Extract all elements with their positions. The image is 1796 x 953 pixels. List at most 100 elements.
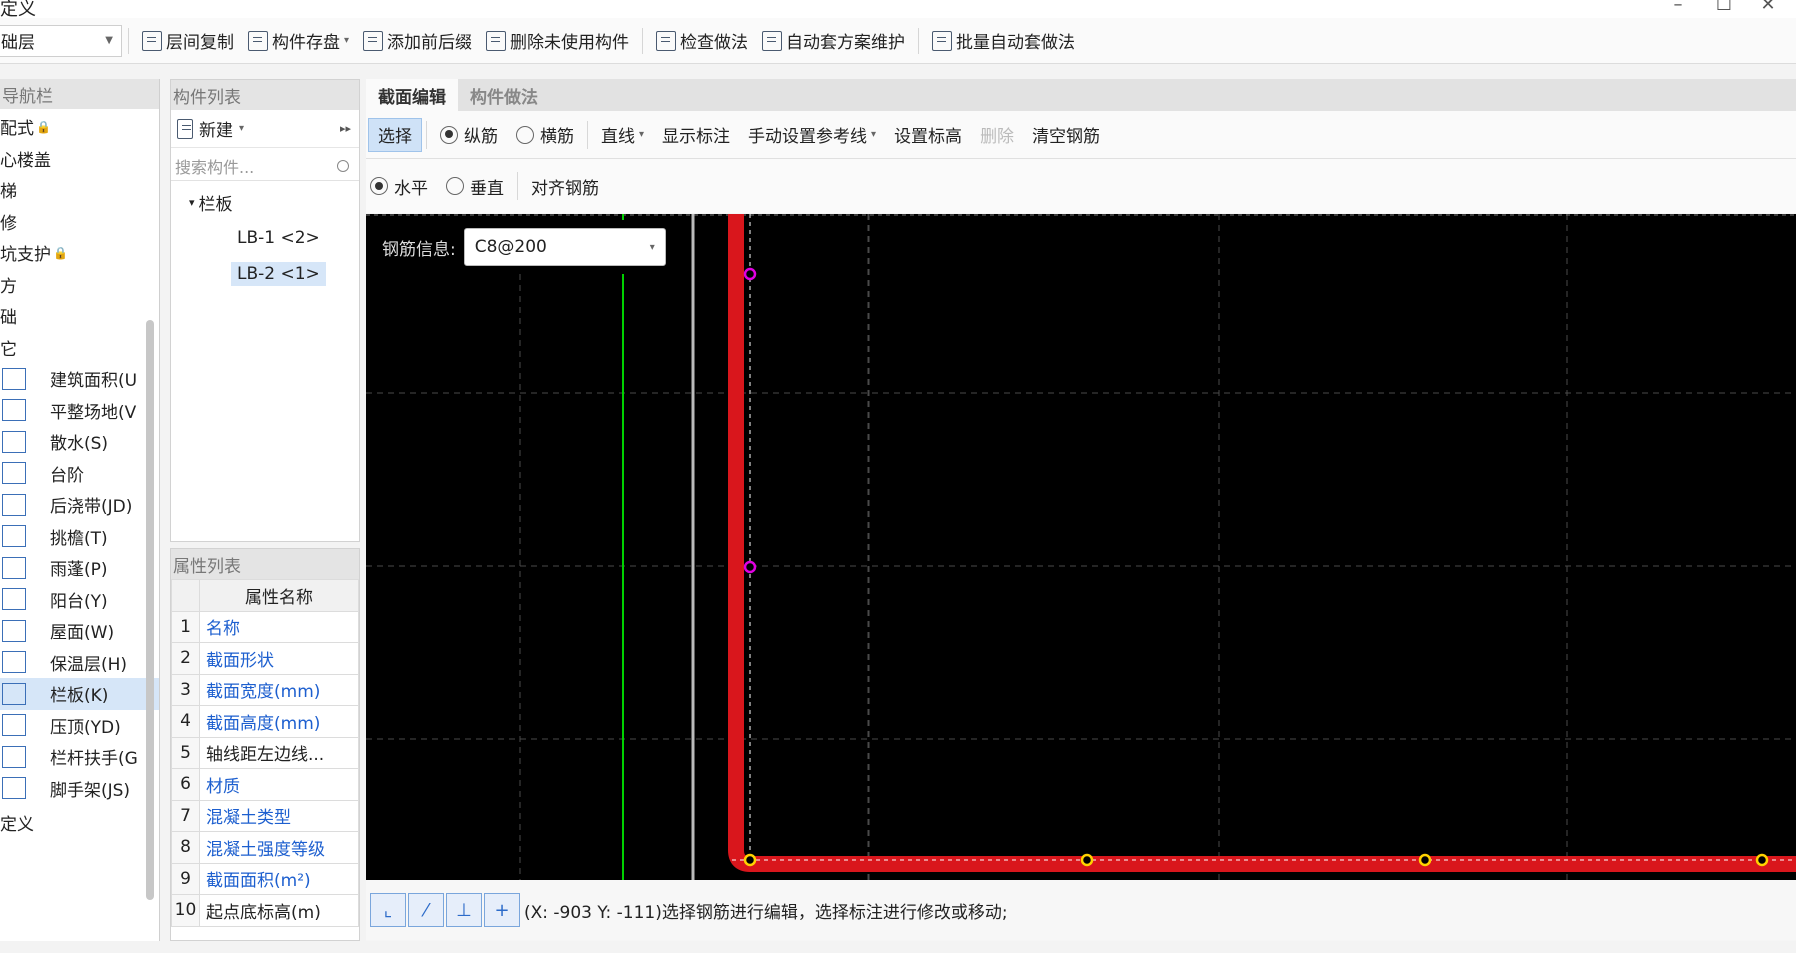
table-row[interactable]: 4 截面高度(mm) [171, 705, 359, 738]
apron-icon [2, 430, 26, 453]
new-component-button[interactable]: 新建 [199, 116, 233, 141]
area-icon [2, 367, 26, 390]
radio-vertical[interactable]: 垂直 [437, 169, 513, 203]
nav-item[interactable]: 梯 [0, 174, 159, 206]
nav-scrollbar[interactable] [146, 320, 154, 900]
clear-rebar-button[interactable]: 清空钢筋 [1023, 118, 1109, 152]
tree-root-label: 栏板 [198, 194, 233, 215]
nav-item[interactable]: 后浇带(JD) [0, 489, 159, 521]
chevron-down-icon[interactable]: ▾ [189, 196, 195, 209]
nav-item[interactable]: 它 [0, 332, 159, 364]
nav-item[interactable]: 散水(S) [0, 426, 159, 458]
radio-horizontal[interactable]: 水平 [366, 169, 437, 203]
search-input[interactable]: 搜索构件... [175, 154, 254, 178]
toolbar-button-6[interactable]: 自动套方案维护 [755, 23, 912, 59]
nav-item[interactable]: 屋面(W) [0, 615, 159, 647]
more-icon[interactable]: ▸▸ [340, 122, 351, 135]
oblique-draw-icon[interactable]: ⁄ [408, 893, 444, 927]
nav-item[interactable]: 挑檐(T) [0, 521, 159, 553]
nav-item[interactable]: 雨蓬(P) [0, 552, 159, 584]
nav-item[interactable]: 方 [0, 269, 159, 301]
table-row[interactable]: 10 起点底标高(m) [171, 894, 359, 927]
nav-item[interactable]: 台阶 [0, 458, 159, 490]
delete-button[interactable]: 删除 [971, 118, 1023, 152]
parapet-icon [2, 682, 26, 705]
tab-section-edit[interactable]: 截面编辑 [366, 79, 458, 111]
minimize-button[interactable]: – [1663, 0, 1693, 15]
nav-item[interactable]: 础 [0, 300, 159, 332]
title-bar: 定义 – ☐ ✕ [0, 0, 1796, 20]
rebar-point-yellow[interactable] [1418, 853, 1432, 867]
nav-item[interactable]: 压顶(YD) [0, 710, 159, 742]
rebar-info-select[interactable]: C8@200 ▾ [463, 228, 666, 266]
offset-point-icon[interactable]: + [484, 893, 520, 927]
tab-component-method[interactable]: 构件做法 [458, 79, 550, 111]
toolbar-button-1[interactable]: 层间复制 [135, 23, 241, 59]
table-row[interactable]: 7 混凝土类型 [171, 799, 359, 832]
show-dimension-button[interactable]: 显示标注 [653, 118, 739, 152]
section-drawing[interactable] [366, 214, 1796, 880]
lock-icon: 🔒 [53, 245, 68, 260]
manual-ref-line-dropdown[interactable]: 手动设置参考线 ▾ [739, 118, 885, 152]
nav-item[interactable]: 配式 🔒 [0, 111, 159, 143]
nav-item[interactable]: 栏板(K) [0, 678, 159, 710]
level-site-icon [2, 399, 26, 422]
toolbar-button-2[interactable]: 构件存盘 ▾ [241, 23, 356, 59]
nav-item[interactable]: 阳台(Y) [0, 584, 159, 616]
nav-item[interactable]: 修 [0, 206, 159, 238]
floor-select[interactable]: 础层 ▼ [0, 24, 122, 57]
rebar-point-magenta[interactable] [743, 267, 757, 281]
nav-item[interactable]: 栏杆扶手(G [0, 741, 159, 773]
select-button[interactable]: 选择 [368, 117, 422, 152]
steps-icon [2, 462, 26, 485]
set-elevation-button[interactable]: 设置标高 [885, 118, 971, 152]
perpendicular-icon[interactable]: ⊥ [446, 893, 482, 927]
align-rebar-button[interactable]: 对齐钢筋 [522, 169, 608, 203]
nav-item[interactable]: 建筑面积(U [0, 363, 159, 395]
nav-item[interactable]: 坑支护 🔒 [0, 237, 159, 269]
search-icon[interactable] [337, 159, 349, 172]
table-row[interactable]: 8 混凝土强度等级 [171, 831, 359, 864]
corner-draw-icon[interactable]: ⌞ [370, 893, 406, 927]
chevron-down-icon[interactable]: ▾ [239, 123, 244, 134]
maximize-button[interactable]: ☐ [1709, 0, 1739, 15]
toolbar-button-4[interactable]: 删除未使用构件 [479, 23, 636, 59]
nav-footer[interactable]: 定义 [0, 804, 159, 840]
toolbar-button-3[interactable]: 添加前后缀 [356, 23, 479, 59]
radio-stirrup[interactable]: 横筋 [507, 118, 583, 152]
table-row[interactable]: 1 名称 [171, 610, 359, 643]
insulation-icon [2, 651, 26, 674]
rebar-point-magenta[interactable] [743, 560, 757, 574]
table-row[interactable]: 3 截面宽度(mm) [171, 673, 359, 706]
nav-item[interactable]: 保温层(H) [0, 647, 159, 679]
property-name: 截面形状 [199, 642, 359, 675]
rebar-point-yellow[interactable] [1080, 853, 1094, 867]
tree-root[interactable]: ▾ 栏板 [171, 184, 359, 220]
radio-longitudinal[interactable]: 纵筋 [431, 118, 507, 152]
batch-auto-icon [932, 30, 953, 51]
close-button[interactable]: ✕ [1753, 0, 1783, 15]
properties-table: 属性名称 1 名称 2 截面形状 3 截面宽度(mm) 4 截面高度(mm) 5 轴线距左边线..… [171, 579, 359, 927]
tree-item[interactable]: LB-1 <2> [171, 220, 359, 256]
nav-item[interactable]: 心楼盖 [0, 143, 159, 175]
table-row[interactable]: 2 截面形状 [171, 642, 359, 675]
chevron-down-icon[interactable]: ▾ [344, 35, 349, 46]
rebar-point-yellow[interactable] [743, 853, 757, 867]
component-search[interactable]: 搜索构件... [171, 151, 359, 181]
table-row[interactable]: 6 材质 [171, 768, 359, 801]
table-row[interactable]: 9 截面面积(m²) [171, 862, 359, 895]
toolbar-button-7[interactable]: 批量自动套做法 [925, 23, 1082, 59]
scaffold-icon [2, 777, 26, 800]
toolbar-button-5[interactable]: 检查做法 [649, 23, 755, 59]
railing-icon [2, 745, 26, 768]
tree-item[interactable]: LB-2 <1> [171, 256, 359, 292]
nav-item[interactable]: 脚手架(JS) [0, 773, 159, 805]
delete-unused-icon [486, 30, 507, 51]
drawing-canvas[interactable]: 钢筋信息: C8@200 ▾ [366, 214, 1796, 880]
nav-item-label: 脚手架(JS) [50, 780, 131, 801]
nav-item[interactable]: 平整场地(V [0, 395, 159, 427]
line-mode-dropdown[interactable]: 直线 ▾ [592, 118, 653, 152]
rebar-point-yellow[interactable] [1755, 853, 1769, 867]
table-row[interactable]: 5 轴线距左边线... [171, 736, 359, 769]
property-name: 混凝土强度等级 [199, 831, 359, 864]
